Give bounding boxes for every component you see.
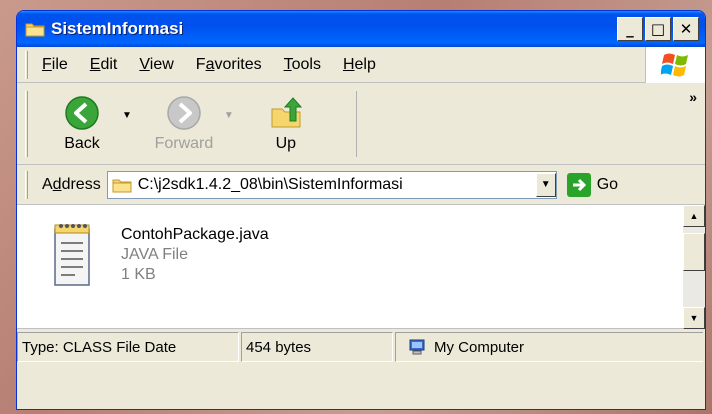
file-list-pane: ContohPackage.java JAVA File 1 KB ▲ ▼ xyxy=(17,205,705,329)
address-input[interactable]: C:\j2sdk1.4.2_08\bin\SistemInformasi ▼ xyxy=(106,170,557,199)
close-button[interactable]: ✕ xyxy=(673,17,699,41)
back-button[interactable]: Back xyxy=(42,95,122,153)
menu-tools[interactable]: Tools xyxy=(284,56,321,74)
vertical-scrollbar[interactable]: ▲ ▼ xyxy=(683,205,705,329)
go-button[interactable]: Go xyxy=(566,172,619,197)
toolbar-more-icon[interactable]: » xyxy=(689,89,697,105)
folder-up-icon xyxy=(271,96,302,127)
explorer-window: SistemInformasi _ □ ✕ File Edit View Fav… xyxy=(16,10,706,410)
address-dropdown-button[interactable]: ▼ xyxy=(535,172,556,197)
back-label: Back xyxy=(64,134,100,152)
toolbar-separator xyxy=(355,90,357,157)
scroll-down-button[interactable]: ▼ xyxy=(683,307,705,329)
back-arrow-icon xyxy=(65,95,99,130)
window-title: SistemInformasi xyxy=(51,19,184,38)
menu-help[interactable]: Help xyxy=(343,56,376,74)
status-type-info: Type: CLASS File Date xyxy=(17,332,239,362)
forward-arrow-icon xyxy=(167,95,201,130)
up-label: Up xyxy=(275,134,297,152)
notepad-file-icon xyxy=(54,224,90,286)
menu-file[interactable]: File xyxy=(42,56,68,74)
minimize-button[interactable]: _ xyxy=(617,17,643,41)
toolbar-grip[interactable] xyxy=(25,50,28,79)
menu-edit[interactable]: Edit xyxy=(90,56,118,74)
menu-view[interactable]: View xyxy=(139,56,173,74)
address-path[interactable]: C:\j2sdk1.4.2_08\bin\SistemInformasi xyxy=(138,176,536,194)
forward-button[interactable]: Forward xyxy=(144,95,224,153)
scroll-up-button[interactable]: ▲ xyxy=(683,205,705,227)
go-label: Go xyxy=(596,175,619,193)
address-label: Address xyxy=(42,175,101,193)
file-item[interactable]: ContohPackage.java JAVA File 1 KB xyxy=(51,221,269,301)
status-zone-label: My Computer xyxy=(434,338,525,356)
go-arrow-icon xyxy=(566,172,591,197)
my-computer-icon xyxy=(409,339,425,355)
title-bar[interactable]: SistemInformasi _ □ ✕ xyxy=(17,11,705,47)
forward-dropdown-icon[interactable]: ▼ xyxy=(224,110,234,121)
address-bar: Address C:\j2sdk1.4.2_08\bin\SistemInfor… xyxy=(17,165,705,205)
file-type: JAVA File xyxy=(121,246,188,263)
toolbar-grip[interactable] xyxy=(25,170,28,199)
up-button[interactable]: Up xyxy=(246,95,326,153)
file-name: ContohPackage.java xyxy=(121,226,269,243)
forward-label: Forward xyxy=(154,134,214,152)
file-size: 1 KB xyxy=(121,266,156,283)
maximize-button[interactable]: □ xyxy=(645,17,671,41)
status-size: 454 bytes xyxy=(241,332,393,362)
toolbar-grip[interactable] xyxy=(25,90,28,157)
windows-logo-icon xyxy=(645,47,705,83)
menu-favorites[interactable]: Favorites xyxy=(196,56,262,74)
standard-toolbar: Back ▼ Forward ▼ Up » xyxy=(17,83,705,165)
scroll-thumb[interactable] xyxy=(683,233,705,271)
menu-bar: File Edit View Favorites Tools Help xyxy=(17,47,705,83)
status-bar: Type: CLASS File Date 454 bytes My Compu… xyxy=(17,329,705,365)
status-zone: My Computer xyxy=(395,332,703,362)
folder-icon xyxy=(112,179,132,192)
folder-icon xyxy=(25,23,45,37)
back-dropdown-icon[interactable]: ▼ xyxy=(122,110,132,121)
